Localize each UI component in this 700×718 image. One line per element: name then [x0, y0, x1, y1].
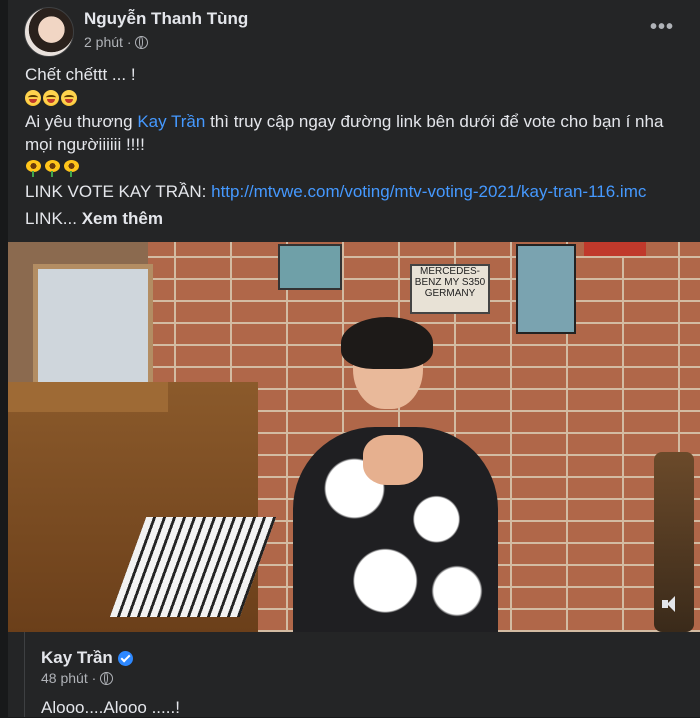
motorcycle-sign [278, 244, 342, 290]
grinning-squinting-tongue-emoji-icon [61, 90, 77, 106]
text-span: LINK... [25, 209, 82, 228]
post-line: mọi ngườiiiiii !!!! [25, 135, 145, 154]
shared-author-name[interactable]: Kay Trần [41, 648, 113, 668]
sunflower-emoji-icon [63, 159, 80, 177]
hair [341, 317, 433, 369]
post-line: Chết chếttt ... ! [25, 65, 136, 84]
text-span: Ai yêu thương [25, 111, 138, 131]
volume-icon[interactable] [662, 594, 682, 614]
globe-icon [100, 671, 114, 685]
see-more-button[interactable]: Xem thêm [82, 209, 163, 228]
car-poster [516, 244, 576, 334]
post-line: LINK... Xem thêm [25, 207, 690, 231]
shared-post: Kay Trần 48 phút · Alooo....Alooo .....! [24, 632, 700, 717]
sunflower-emoji-icon [25, 159, 42, 177]
emoji-row [25, 87, 690, 110]
grinning-squinting-tongue-emoji-icon [43, 90, 59, 106]
red-sign [584, 242, 646, 256]
piano-top [8, 382, 168, 412]
text-span: LINK VOTE KAY TRẦN: [25, 181, 212, 201]
post-body: Chết chếttt ... ! Ai yêu thương Kay Trần… [25, 63, 690, 231]
facebook-post: Nguyễn Thanh Tùng 2 phút · ••• Chết chết… [8, 0, 700, 717]
shared-author: Kay Trần [41, 648, 133, 668]
post-line: LINK VOTE KAY TRẦN: http://mtvwe.com/vot… [25, 180, 690, 204]
verified-badge-icon [117, 650, 133, 666]
text-span: thì truy cập ngay đường link bên dưới để… [205, 111, 664, 131]
person [293, 317, 498, 632]
shared-meta: 48 phút · [41, 670, 114, 686]
video-player[interactable]: MERCEDES-BENZ MY S350 GERMANY [8, 242, 700, 632]
post-header: Nguyễn Thanh Tùng 2 phút · ••• [24, 6, 684, 57]
author-name[interactable]: Nguyễn Thanh Tùng [84, 9, 248, 29]
vote-link[interactable]: http://mtvwe.com/voting/mtv-voting-2021/… [211, 182, 646, 201]
post-line: Ai yêu thương Kay Trần thì truy cập ngay… [25, 110, 690, 134]
author-avatar[interactable] [24, 7, 74, 57]
emoji-row [25, 157, 690, 180]
hands [363, 435, 423, 485]
post-timestamp[interactable]: 2 phút · [84, 34, 131, 50]
sunflower-emoji-icon [44, 159, 61, 177]
window [33, 264, 153, 394]
globe-icon [135, 35, 149, 49]
mention-link[interactable]: Kay Trần [137, 112, 205, 131]
grinning-squinting-tongue-emoji-icon [25, 90, 41, 106]
more-options-button[interactable]: ••• [650, 16, 674, 39]
shared-text: Alooo....Alooo .....! [41, 698, 180, 717]
license-plate-sign: MERCEDES-BENZ MY S350 GERMANY [410, 264, 490, 314]
shared-timestamp[interactable]: 48 phút · [41, 670, 96, 686]
post-meta: 2 phút · [84, 34, 149, 50]
